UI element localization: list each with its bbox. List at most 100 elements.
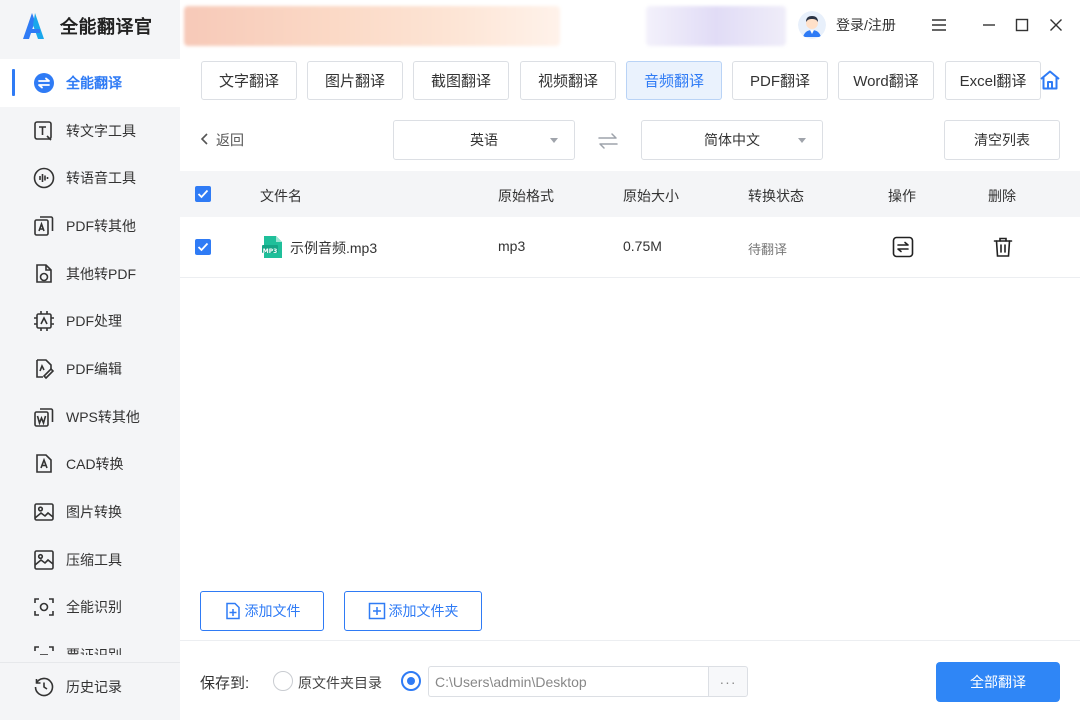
cad-icon: [32, 452, 56, 476]
title-bar: 登录/注册: [180, 0, 1080, 50]
sidebar-item-label: 图片转换: [66, 504, 122, 521]
sidebar-item-pdf-process[interactable]: PDF处理: [0, 297, 180, 345]
tab-screenshot-translate[interactable]: 截图翻译: [413, 61, 509, 100]
target-language-select[interactable]: 简体中文: [641, 120, 823, 160]
column-header-size: 原始大小: [623, 188, 679, 204]
file-size: 0.75M: [623, 238, 662, 254]
sidebar-item-label: PDF处理: [66, 313, 122, 330]
column-header-status: 转换状态: [748, 188, 804, 204]
add-folder-icon: [368, 602, 386, 620]
menu-icon[interactable]: [926, 12, 952, 38]
sidebar-item-pdf-export[interactable]: PDF转其他: [0, 202, 180, 250]
tab-video-translate[interactable]: 视频翻译: [520, 61, 616, 100]
sidebar-item-cad-convert[interactable]: CAD转换: [0, 441, 180, 489]
column-header-action: 操作: [888, 188, 916, 204]
app-logo: 全能翻译官: [20, 10, 153, 42]
sidebar-item-pdf-import[interactable]: 其他转PDF: [0, 250, 180, 298]
add-file-label: 添加文件: [244, 603, 301, 619]
close-icon[interactable]: [1043, 12, 1069, 38]
column-header-delete: 删除: [988, 188, 1016, 204]
app-logo-icon: [20, 11, 50, 41]
convert-action-icon[interactable]: [891, 235, 915, 259]
promo-banner-secondary[interactable]: [646, 6, 786, 46]
back-button[interactable]: 返回: [200, 129, 244, 151]
source-folder-radio[interactable]: [273, 671, 293, 691]
clear-list-button[interactable]: 清空列表: [944, 120, 1060, 160]
sidebar-item-label: 全能识别: [66, 599, 122, 616]
image-convert-icon: [32, 500, 56, 524]
footer-bar: 保存到: 原文件夹目录 ··· 全部翻译: [180, 640, 1080, 720]
login-button[interactable]: 登录/注册: [798, 10, 896, 40]
add-folder-button[interactable]: 添加文件夹: [344, 591, 482, 631]
tab-pdf-translate[interactable]: PDF翻译: [732, 61, 828, 100]
sidebar-item-compress[interactable]: 压缩工具: [0, 536, 180, 584]
wps-icon: [32, 405, 56, 429]
sidebar-item-ticket[interactable]: 票证识别: [0, 631, 180, 655]
tab-image-translate[interactable]: 图片翻译: [307, 61, 403, 100]
add-file-button[interactable]: 添加文件: [200, 591, 324, 631]
sidebar-item-label: 压缩工具: [66, 551, 122, 568]
source-folder-label: 原文件夹目录: [298, 675, 382, 691]
compress-icon: [32, 548, 56, 572]
source-language-value: 英语: [470, 132, 498, 148]
sidebar-item-label: 转文字工具: [66, 122, 136, 139]
ticket-icon: [32, 643, 56, 655]
sidebar-item-label: CAD转换: [66, 456, 124, 473]
trash-icon[interactable]: [991, 235, 1015, 259]
tab-excel-translate[interactable]: Excel翻译: [945, 61, 1041, 100]
browse-folder-button[interactable]: ···: [708, 666, 748, 697]
chevron-down-icon: [798, 138, 806, 143]
sidebar-item-label: WPS转其他: [66, 408, 140, 425]
sidebar-item-voice-tools[interactable]: 转语音工具: [0, 154, 180, 202]
source-language-select[interactable]: 英语: [393, 120, 575, 160]
sidebar: 全能翻译官 全能翻译 转文字工具 转语音工具 PDF转其他 其他转PDF PDF…: [0, 0, 180, 720]
sidebar-nav: 全能翻译 转文字工具 转语音工具 PDF转其他 其他转PDF PDF处理 PDF…: [0, 59, 180, 655]
minimize-icon[interactable]: [976, 12, 1002, 38]
sidebar-item-wps-export[interactable]: WPS转其他: [0, 393, 180, 441]
select-all-checkbox[interactable]: [195, 186, 211, 202]
file-format: mp3: [498, 238, 526, 254]
history-icon: [32, 675, 56, 699]
save-to-label: 保存到:: [200, 675, 250, 692]
sidebar-item-text-tools[interactable]: 转文字工具: [0, 107, 180, 155]
sidebar-item-label: 票证识别: [66, 645, 122, 655]
column-header-format: 原始格式: [498, 188, 554, 204]
tab-text-translate[interactable]: 文字翻译: [201, 61, 297, 100]
pdf-export-icon: [32, 214, 56, 238]
maximize-icon[interactable]: [1009, 12, 1035, 38]
custom-path-radio[interactable]: [401, 671, 421, 691]
tab-audio-translate[interactable]: 音频翻译: [626, 61, 722, 100]
promo-banner[interactable]: [184, 6, 560, 46]
swap-languages-icon[interactable]: [597, 132, 619, 150]
add-file-icon: [224, 602, 242, 620]
tab-word-translate[interactable]: Word翻译: [838, 61, 934, 100]
pdf-import-icon: [32, 262, 56, 286]
output-path-input[interactable]: [428, 666, 708, 697]
translate-tabs: 文字翻译 图片翻译 截图翻译 视频翻译 音频翻译 PDF翻译 Word翻译 Ex…: [180, 52, 1080, 108]
file-table-header: 文件名 原始格式 原始大小 转换状态 操作 删除: [180, 171, 1080, 217]
column-header-filename: 文件名: [260, 188, 302, 204]
file-name: 示例音频.mp3: [290, 240, 378, 256]
sidebar-item-image-convert[interactable]: 图片转换: [0, 488, 180, 536]
table-row: MP3 示例音频.mp3 mp3 0.75M 待翻译: [180, 217, 1080, 278]
row-checkbox[interactable]: [195, 239, 211, 255]
file-icon-label: MP3: [262, 248, 278, 255]
chevron-down-icon: [550, 138, 558, 143]
sidebar-item-label: 历史记录: [66, 678, 122, 695]
sidebar-item-label: 转语音工具: [66, 170, 136, 187]
recognize-icon: [32, 595, 56, 619]
translate-icon: [32, 71, 56, 95]
target-language-value: 简体中文: [704, 132, 760, 148]
text-convert-icon: [32, 119, 56, 143]
home-icon[interactable]: [1038, 67, 1062, 93]
back-label: 返回: [216, 132, 244, 148]
chevron-left-icon: [200, 132, 210, 148]
sidebar-item-history[interactable]: 历史记录: [0, 662, 180, 710]
sidebar-item-pdf-edit[interactable]: PDF编辑: [0, 345, 180, 393]
sidebar-item-all-translate[interactable]: 全能翻译: [0, 59, 180, 107]
avatar-icon: [798, 11, 826, 39]
sidebar-item-recognize[interactable]: 全能识别: [0, 584, 180, 632]
pdf-process-icon: [32, 309, 56, 333]
translate-all-button[interactable]: 全部翻译: [936, 662, 1060, 702]
sidebar-item-label: 全能翻译: [66, 74, 122, 91]
